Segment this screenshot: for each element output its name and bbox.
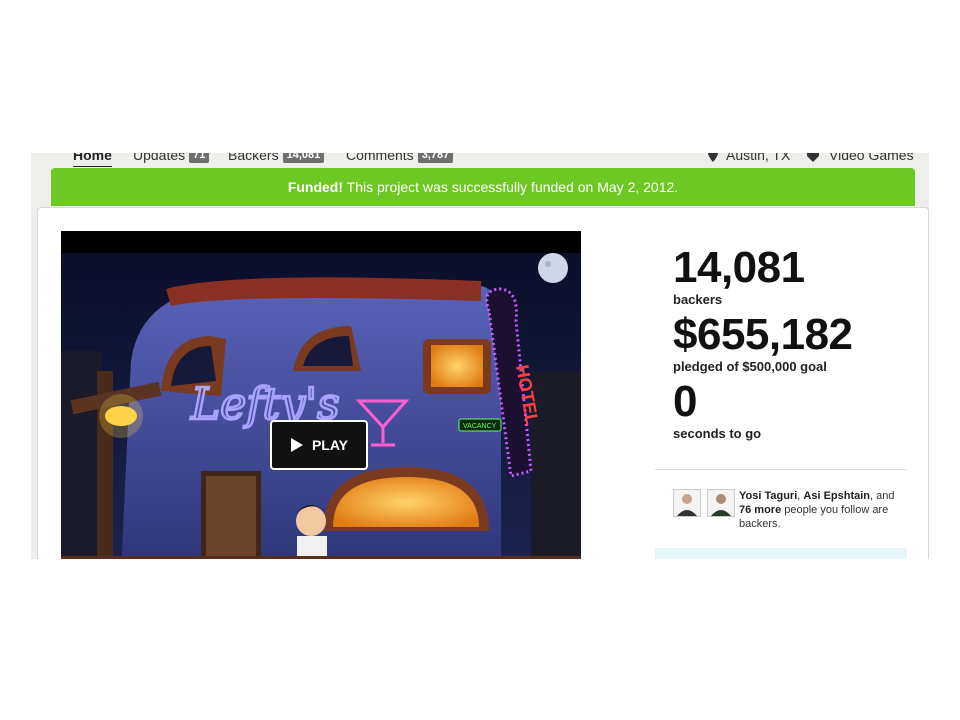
more-friends-link[interactable]: 76 more — [739, 504, 781, 516]
tab-home[interactable]: Home — [73, 153, 112, 167]
conjunction: and — [873, 490, 895, 502]
video-player[interactable]: Lefty's HOTEL VACANCY PLAY — [61, 231, 581, 559]
project-page: Home Updates 71 Backers 14,081 Comments … — [31, 153, 929, 559]
tag-icon — [807, 153, 819, 162]
backers-label: backers — [673, 292, 723, 307]
time-remaining: 0 — [673, 377, 697, 426]
friend-avatars — [673, 489, 735, 517]
person-icon — [677, 494, 697, 516]
backers-count: 14,081 — [673, 243, 805, 292]
friend-name[interactable]: Asi Epshtain — [803, 490, 870, 502]
tab-label: Backers — [228, 153, 279, 163]
count-badge: 14,081 — [282, 153, 325, 163]
video-thumbnail: Lefty's HOTEL VACANCY — [61, 231, 581, 559]
project-stats: 14,081 backers $655,182 pledged of $500,… — [673, 246, 853, 447]
tab-label: Comments — [346, 153, 414, 163]
divider — [655, 469, 907, 470]
funded-message: This project was successfully funded on … — [343, 179, 679, 195]
tab-updates[interactable]: Updates 71 — [133, 153, 210, 163]
project-nav: Home Updates 71 Backers 14,081 Comments … — [31, 153, 929, 167]
pledged-label: pledged of $500,000 goal — [673, 359, 827, 374]
time-label: seconds to go — [673, 426, 762, 441]
category-label: Video Games — [829, 153, 914, 163]
person-icon — [711, 494, 731, 516]
avatar[interactable] — [673, 489, 701, 517]
tab-backers[interactable]: Backers 14,081 — [228, 153, 325, 163]
location-label: Austin, TX — [726, 153, 791, 163]
vacancy-sign: VACANCY — [463, 423, 497, 430]
tab-comments[interactable]: Comments 3,787 — [346, 153, 454, 163]
count-badge: 3,787 — [417, 153, 454, 163]
backers-stat: 14,081 backers — [673, 243, 853, 308]
friends-backed-text: Yosi Taguri, Asi Epshtain, and 76 more p… — [739, 489, 899, 531]
play-icon — [290, 438, 303, 452]
pledged-stat: $655,182 pledged of $500,000 goal — [673, 310, 853, 375]
play-label: PLAY — [311, 437, 349, 453]
pledged-amount: $655,182 — [673, 310, 853, 359]
count-badge: 71 — [189, 153, 210, 163]
funded-banner: Funded! This project was successfully fu… — [51, 168, 915, 206]
funded-label: Funded! — [287, 179, 344, 195]
play-button[interactable]: PLAY — [270, 420, 368, 470]
location-link[interactable]: Austin, TX — [708, 153, 790, 163]
tab-label: Home — [73, 153, 112, 163]
avatar[interactable] — [707, 489, 735, 517]
time-stat: 0 seconds to go — [673, 377, 853, 442]
project-card: Lefty's HOTEL VACANCY PLAY 14,081 backer… — [37, 207, 929, 559]
tab-label: Updates — [133, 153, 186, 163]
friend-name[interactable]: Yosi Taguri — [739, 490, 797, 502]
category-link[interactable]: Video Games — [807, 153, 914, 163]
reward-panel — [655, 548, 907, 559]
location-pin-icon — [708, 153, 718, 162]
